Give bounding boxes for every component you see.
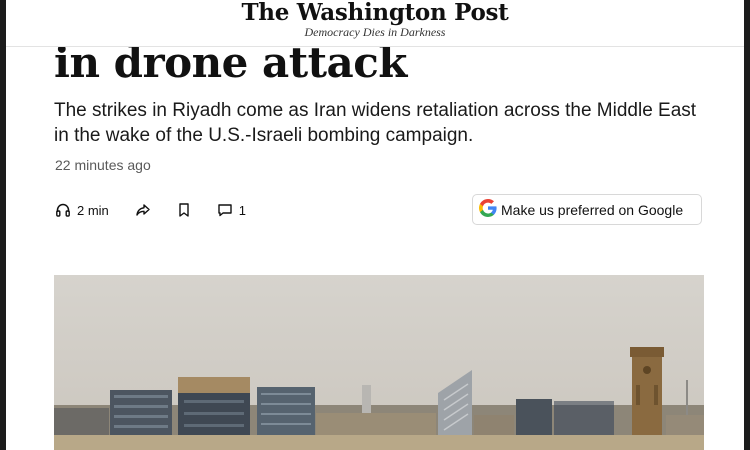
article-timestamp: 22 minutes ago [55,157,151,173]
window-frame-left [0,0,6,450]
bookmark-icon [177,202,191,218]
article-dek: The strikes in Riyadh come as Iran widen… [54,100,697,146]
google-g-icon [479,199,497,220]
masthead-logo[interactable]: The Washington Post [6,0,744,26]
headphones-icon [55,202,71,218]
city-skyline-photo [54,275,704,450]
bookmark-button[interactable] [177,202,191,218]
share-icon [135,202,151,218]
window-frame-right [744,0,750,450]
comment-icon [217,202,233,218]
google-preferred-button[interactable]: Make us preferred on Google [472,194,702,225]
article-lead-photo[interactable] [54,275,704,450]
share-button[interactable] [135,202,151,218]
listen-button[interactable]: 2 min [55,202,109,218]
comments-button[interactable]: 1 [217,202,246,218]
article-action-bar: 2 min 1 [55,199,272,221]
site-header: The Washington Post Democracy Dies in Da… [6,0,744,47]
masthead-tagline: Democracy Dies in Darkness [304,25,446,39]
listen-duration: 2 min [77,202,109,218]
comments-count: 1 [238,202,247,218]
google-button-label: Make us preferred on Google [501,201,684,218]
